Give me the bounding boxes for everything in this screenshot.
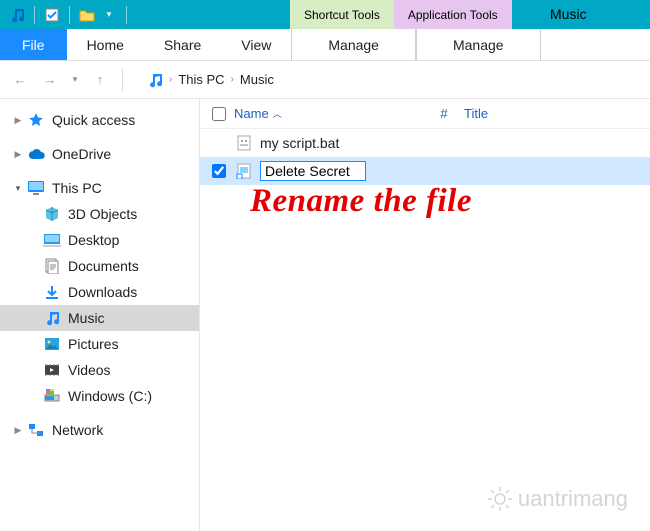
sidebar-item-downloads[interactable]: Downloads	[0, 279, 199, 305]
documents-icon	[42, 256, 62, 276]
file-row[interactable]	[200, 157, 650, 185]
sidebar-item-label: Desktop	[68, 232, 119, 248]
sidebar-item-documents[interactable]: Documents	[0, 253, 199, 279]
watermark: uantrimang	[486, 485, 628, 513]
checkbox-qat-icon[interactable]	[43, 6, 61, 24]
file-row[interactable]: my script.bat	[200, 129, 650, 157]
recent-dropdown[interactable]: ▾	[68, 68, 82, 92]
drive-icon	[42, 386, 62, 406]
sidebar-item-music[interactable]: Music	[0, 305, 199, 331]
videos-icon	[42, 360, 62, 380]
forward-button[interactable]: →	[38, 68, 62, 92]
select-all-checkbox[interactable]	[212, 107, 234, 121]
column-label: Name	[234, 106, 269, 121]
music-note-icon	[147, 72, 163, 88]
back-button[interactable]: ←	[8, 68, 32, 92]
sidebar-item-windows-c[interactable]: Windows (C:)	[0, 383, 199, 409]
cube-icon	[42, 204, 62, 224]
chevron-right-icon: ›	[169, 74, 172, 85]
breadcrumb-this-pc[interactable]: This PC	[178, 72, 224, 87]
sidebar-item-label: Music	[68, 310, 105, 326]
downloads-icon	[42, 282, 62, 302]
share-tab[interactable]: Share	[144, 29, 221, 60]
contextual-tabs: Shortcut Tools Application Tools	[290, 0, 512, 29]
divider	[122, 69, 123, 91]
sidebar-item-videos[interactable]: Videos	[0, 357, 199, 383]
sidebar-item-label: Windows (C:)	[68, 388, 152, 404]
column-title[interactable]: Title	[464, 106, 544, 121]
sidebar-item-3d-objects[interactable]: 3D Objects	[0, 201, 199, 227]
chevron-right-icon: ›	[231, 74, 234, 85]
sidebar-item-desktop[interactable]: Desktop	[0, 227, 199, 253]
file-name: my script.bat	[260, 135, 339, 151]
rename-input[interactable]	[260, 161, 366, 181]
sidebar-item-label: Documents	[68, 258, 139, 274]
breadcrumb[interactable]: › This PC › Music	[147, 72, 274, 88]
monitor-icon	[26, 178, 46, 198]
expand-icon[interactable]: ▶	[10, 425, 26, 436]
application-tools-tab[interactable]: Application Tools	[394, 0, 512, 29]
sidebar-item-pictures[interactable]: Pictures	[0, 331, 199, 357]
music-note-icon[interactable]	[8, 6, 26, 24]
expand-icon[interactable]: ▶	[10, 115, 26, 126]
cloud-icon	[26, 144, 46, 164]
shortcut-tools-tab[interactable]: Shortcut Tools	[290, 0, 394, 29]
sidebar-item-label: Downloads	[68, 284, 137, 300]
column-name[interactable]: Name ︿	[234, 106, 424, 121]
sidebar-item-quick-access[interactable]: ▶ Quick access	[0, 107, 199, 133]
desktop-icon	[42, 230, 62, 250]
sun-icon	[486, 485, 514, 513]
ribbon: File Home Share View Manage Manage	[0, 29, 650, 61]
sidebar-item-label: Network	[52, 422, 103, 438]
sort-asc-icon: ︿	[273, 107, 282, 120]
navigation-pane: ▶ Quick access ▶ OneDrive ▾ This PC 3D O…	[0, 99, 200, 531]
network-icon	[26, 420, 46, 440]
music-note-icon	[42, 308, 62, 328]
sidebar-item-label: Pictures	[68, 336, 119, 352]
home-tab[interactable]: Home	[67, 29, 144, 60]
quick-access-toolbar: ▾	[0, 6, 131, 24]
column-track-number[interactable]: #	[424, 106, 464, 121]
sidebar-item-label: 3D Objects	[68, 206, 137, 222]
titlebar: ▾ Shortcut Tools Application Tools Music	[0, 0, 650, 29]
watermark-text: uantrimang	[518, 486, 628, 512]
view-tab[interactable]: View	[221, 29, 291, 60]
breadcrumb-music[interactable]: Music	[240, 72, 274, 87]
sidebar-item-network[interactable]: ▶ Network	[0, 417, 199, 443]
dropdown-qat-icon[interactable]: ▾	[100, 6, 118, 24]
main-split: ▶ Quick access ▶ OneDrive ▾ This PC 3D O…	[0, 99, 650, 531]
up-button[interactable]: ↑	[88, 68, 112, 92]
sidebar-item-label: Videos	[68, 362, 111, 378]
column-headers: Name ︿ # Title	[200, 99, 650, 129]
sidebar-item-label: Quick access	[52, 112, 135, 128]
sidebar-item-label: OneDrive	[52, 146, 111, 162]
sidebar-item-onedrive[interactable]: ▶ OneDrive	[0, 141, 199, 167]
annotation-text: Rename the file	[250, 183, 472, 220]
collapse-icon[interactable]: ▾	[10, 183, 26, 194]
address-bar: ← → ▾ ↑ › This PC › Music	[0, 61, 650, 99]
shortcut-file-icon	[234, 161, 254, 181]
file-tab[interactable]: File	[0, 29, 67, 60]
row-checkbox[interactable]	[212, 164, 234, 178]
sidebar-item-label: This PC	[52, 180, 102, 196]
expand-icon[interactable]: ▶	[10, 149, 26, 160]
folder-qat-icon[interactable]	[78, 6, 96, 24]
window-title: Music	[550, 6, 587, 22]
pictures-icon	[42, 334, 62, 354]
sidebar-item-this-pc[interactable]: ▾ This PC	[0, 175, 199, 201]
star-icon	[26, 110, 46, 130]
bat-file-icon	[234, 133, 254, 153]
manage-shortcut-tab[interactable]: Manage	[291, 29, 416, 60]
file-list-pane: Name ︿ # Title my script.bat Rename the …	[200, 99, 650, 531]
manage-application-tab[interactable]: Manage	[416, 29, 541, 60]
